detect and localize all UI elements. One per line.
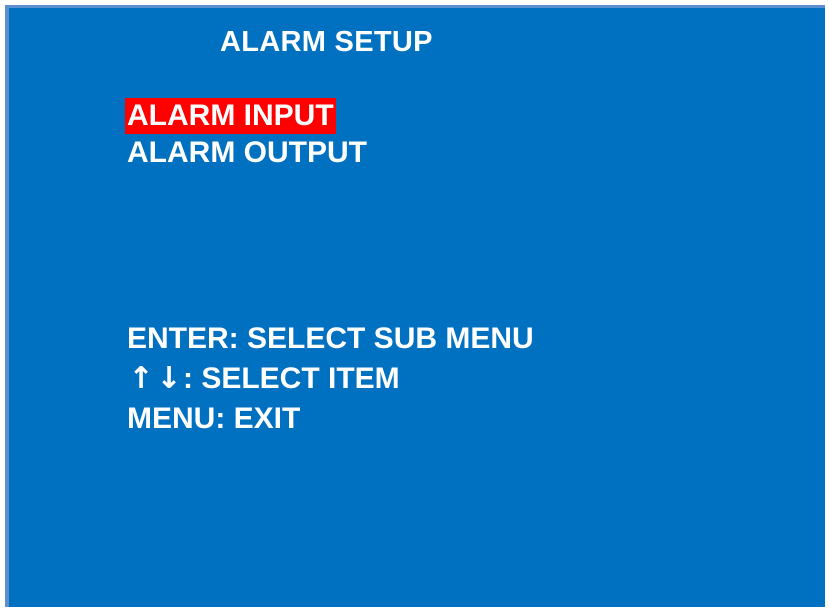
- menu-item-alarm-input[interactable]: ALARM INPUT: [125, 97, 371, 134]
- help-enter-line: ENTER: SELECT SUB MENU: [127, 322, 534, 355]
- menu-item-label: ALARM OUTPUT: [127, 136, 367, 169]
- osd-screen: ALARM SETUP ALARM INPUT ALARM OUTPUT ENT…: [5, 5, 825, 607]
- menu-item-alarm-output[interactable]: ALARM OUTPUT: [125, 134, 371, 171]
- menu-item-label: ALARM INPUT: [125, 98, 336, 134]
- help-arrows-text: : SELECT ITEM: [183, 362, 400, 395]
- help-instructions: ENTER: SELECT SUB MENU ↑↓: SELECT ITEM M…: [127, 319, 534, 439]
- alarm-setup-menu: ALARM INPUT ALARM OUTPUT: [125, 97, 371, 171]
- up-arrow-icon: ↑: [128, 361, 154, 396]
- down-arrow-icon: ↓: [156, 361, 182, 396]
- page-title: ALARM SETUP: [220, 26, 433, 58]
- help-menu-line: MENU: EXIT: [127, 402, 301, 435]
- help-arrows-line: ↑↓: SELECT ITEM: [127, 359, 534, 399]
